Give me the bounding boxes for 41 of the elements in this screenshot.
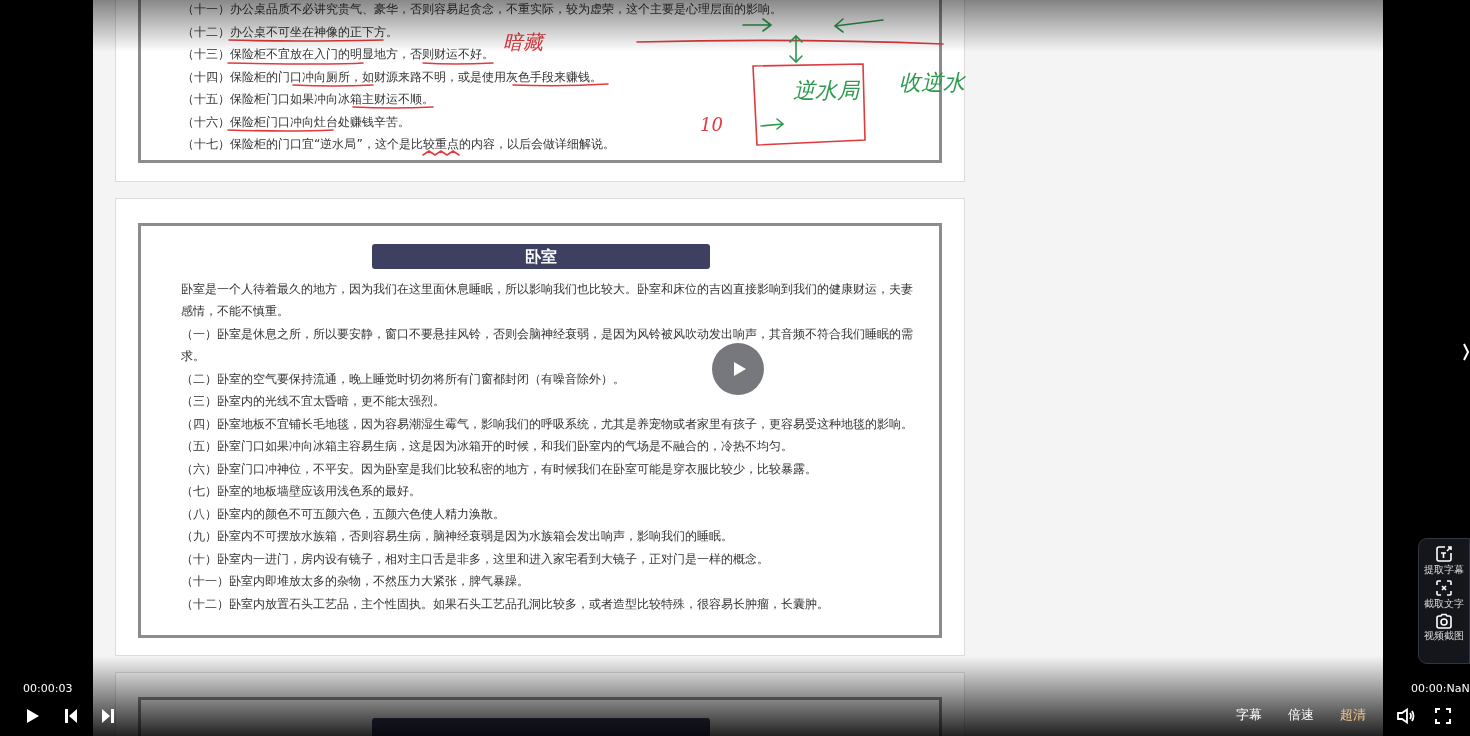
list-item-text: （十六）保险柜门口冲向灶台处赚钱辛苦。 xyxy=(182,112,410,131)
list-item-text: （十一）办公桌品质不必讲究贵气、豪华，否则容易起贪念，不重实际，较为虚荣，这个主要是心理层面的影响。 xyxy=(182,0,782,18)
previous-icon[interactable] xyxy=(64,708,78,724)
paragraph-text: （六）卧室门口冲神位，不平安。因为卧室是我们比较私密的地方，有时候我们在卧室可能是穿衣服比较少，比较暴露。 xyxy=(181,459,817,478)
tool-button[interactable]: 提取字幕 xyxy=(1424,545,1464,576)
paragraph-text: （三）卧室内的光线不宜太昏暗，更不能太强烈。 xyxy=(181,392,445,410)
handwritten-note: 10 xyxy=(700,116,723,134)
text-export-icon xyxy=(1435,545,1453,563)
player-menu-button[interactable]: 倍速 xyxy=(1288,705,1314,725)
duration-time: 00:00:NaN xyxy=(1411,682,1470,695)
tool-button[interactable]: 视频截图 xyxy=(1424,613,1464,642)
list-item-text: （十三）保险柜不宜放在入门的明显地方，否则财运不好。 xyxy=(182,45,494,63)
camera-icon xyxy=(1435,613,1453,629)
player-menu-button[interactable]: 字幕 xyxy=(1236,705,1262,725)
player-menu-button[interactable]: 超清 xyxy=(1340,705,1366,725)
paragraph-text: （十一）卧室内即堆放太多的杂物，不然压力大紧张，脾气暴躁。 xyxy=(181,572,529,590)
fullscreen-icon[interactable] xyxy=(1435,708,1451,724)
paragraph-text: （四）卧室地板不宜铺长毛地毯，因为容易潮湿生霉气，影响我们的呼吸系统，尤其是养宠物或者家里有孩子，更容易受这种地毯的影响。 xyxy=(181,414,913,433)
next-icon[interactable] xyxy=(101,708,115,724)
paragraph-text: （九）卧室内不可摆放水族箱，否则容易生病，脑神经衰弱是因为水族箱会发出响声，影响我们的睡眠。 xyxy=(181,527,733,545)
next-chevron-icon[interactable] xyxy=(1463,342,1469,362)
play-icon xyxy=(733,361,747,377)
section-title: 卧室 xyxy=(372,243,710,269)
paragraph-text: （十二）卧室内放置石头工艺品，主个性固执。如果石头工艺品孔洞比较多，或者造型比较特殊，很容易长肿瘤，长囊肿。 xyxy=(181,594,829,613)
list-item-text: （十七）保险柜的门口宜“逆水局”，这个是比较重点的内容，以后会做详细解说。 xyxy=(182,135,615,153)
list-item-text: （十四）保险柜的门口冲向厕所，如财源来路不明，或是使用灰色手段来赚钱。 xyxy=(182,67,602,86)
paragraph-text: （一）卧室是休息之所，所以要安静，窗口不要悬挂风铃，否则会脑神经衰弱，是因为风铃被风吹动发出响声，其音频不符合我们睡眠的需求。 xyxy=(181,324,914,365)
elapsed-time: 00:00:03 xyxy=(23,682,73,695)
handwritten-note: 逆水局 xyxy=(793,80,859,102)
scan-text-icon xyxy=(1435,579,1453,597)
paragraph-text: （七）卧室的地板墙壁应该用浅色系的最好。 xyxy=(181,482,421,500)
paragraph-text: （二）卧室的空气要保持流通，晚上睡觉时切勿将所有门窗都封闭（有噪音除外）。 xyxy=(181,369,625,388)
list-item-text: （十二）办公桌不可坐在神像的正下方。 xyxy=(182,22,398,41)
volume-icon[interactable] xyxy=(1396,708,1415,724)
paragraph-text: 卧室是一个人待着最久的地方，因为我们在这里面休息睡眠，所以影响我们也比较大。卧室和床位的吉凶直接影响到我们的健康财运，夫妻感情，不能不慎重。 xyxy=(181,279,914,320)
tool-button[interactable]: 截取文字 xyxy=(1424,579,1464,610)
list-item-text: （十五）保险柜门口如果冲向冰箱主财运不顺。 xyxy=(182,90,434,108)
paragraph-text: （十）卧室内一进门，房内设有镜子，相对主口舌是非多，这里和进入家宅看到大镜子，正对门是一样的概念。 xyxy=(181,549,769,568)
play-icon[interactable] xyxy=(26,708,40,724)
paragraph-text: （五）卧室门口如果冲向冰箱主容易生病，这是因为冰箱开的时候，和我们卧室内的气场是不融合的，冷热不均匀。 xyxy=(181,437,793,455)
paragraph-text: （八）卧室内的颜色不可五颜六色，五颜六色使人精力涣散。 xyxy=(181,504,505,523)
